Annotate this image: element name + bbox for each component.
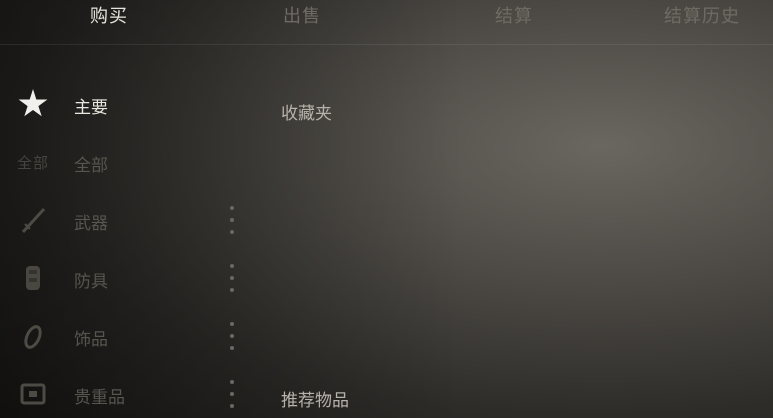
more-options-icon[interactable] bbox=[227, 264, 237, 292]
sidebar-item-armor[interactable]: 防具 bbox=[0, 258, 260, 298]
recommended-items-title: 推荐物品 bbox=[281, 391, 349, 411]
chest-icon bbox=[16, 380, 50, 408]
tab-buy[interactable]: 购买 bbox=[90, 2, 128, 28]
favorites-title: 收藏夹 bbox=[281, 104, 332, 124]
armor-icon bbox=[16, 264, 50, 292]
accessory-icon bbox=[16, 322, 50, 350]
sidebar-item-label: 贵重品 bbox=[74, 388, 125, 408]
sidebar-item-weapons[interactable]: 武器 bbox=[0, 200, 260, 240]
tab-sell[interactable]: 出售 bbox=[283, 2, 321, 28]
star-icon bbox=[16, 89, 50, 118]
sidebar-item-main[interactable]: 主要 bbox=[0, 84, 260, 124]
sidebar-item-label: 武器 bbox=[74, 214, 108, 234]
sidebar-item-label: 主要 bbox=[74, 98, 108, 118]
sidebar-item-valuables[interactable]: 贵重品 bbox=[0, 374, 260, 414]
sword-icon bbox=[16, 206, 50, 234]
sidebar-item-accessories[interactable]: 饰品 bbox=[0, 316, 260, 356]
more-options-icon[interactable] bbox=[227, 206, 237, 234]
sidebar-item-all[interactable]: 全部 全部 bbox=[0, 142, 260, 182]
sidebar-item-label: 全部 bbox=[74, 156, 108, 176]
sidebar-item-label: 饰品 bbox=[74, 330, 108, 350]
more-options-icon[interactable] bbox=[227, 380, 237, 408]
sidebar-item-label: 防具 bbox=[74, 272, 108, 292]
tab-settle[interactable]: 结算 bbox=[495, 2, 533, 28]
top-tab-bar: 购买 出售 结算 结算历史 bbox=[0, 0, 773, 45]
all-icon: 全部 bbox=[16, 153, 49, 172]
tab-settlement-history[interactable]: 结算历史 bbox=[664, 2, 740, 28]
more-options-icon[interactable] bbox=[227, 322, 237, 350]
